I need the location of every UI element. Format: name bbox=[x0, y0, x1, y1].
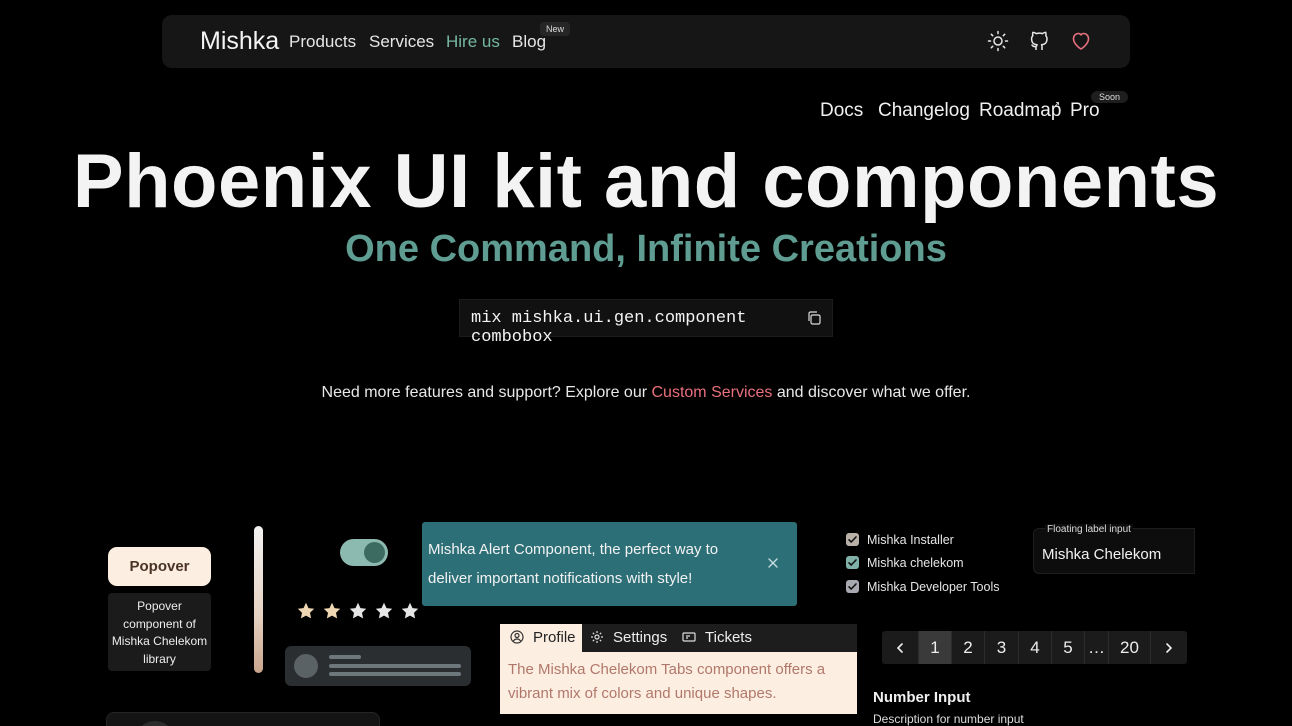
tab-tickets[interactable]: Tickets bbox=[682, 624, 752, 652]
tagline-text-after: and discover what we offer. bbox=[772, 384, 971, 401]
chevron-right-icon bbox=[1166, 643, 1173, 653]
number-input-description: Description for number input bbox=[873, 712, 1024, 726]
page-button-1[interactable]: 1 bbox=[918, 631, 951, 664]
nav-services-link[interactable]: Services bbox=[369, 32, 434, 52]
gear-icon bbox=[591, 631, 603, 643]
checkbox-label: Mishka Installer bbox=[867, 533, 954, 547]
alert-message: Mishka Alert Component, the perfect way … bbox=[428, 541, 719, 587]
avatar bbox=[135, 721, 175, 726]
next-page-button[interactable] bbox=[1150, 631, 1187, 664]
checkbox-label: Mishka chelekom bbox=[867, 556, 964, 570]
checkbox-box[interactable] bbox=[846, 533, 859, 546]
popover-button[interactable]: Popover bbox=[108, 547, 211, 586]
floating-input-value[interactable]: Mishka Chelekom bbox=[1042, 546, 1161, 563]
popover-content: Popover component of Mishka Chelekom lib… bbox=[108, 593, 211, 671]
services-tagline: Need more features and support? Explore … bbox=[0, 384, 1292, 402]
checkbox-label: Mishka Developer Tools bbox=[867, 580, 1000, 594]
tab-profile-label: Profile bbox=[533, 629, 576, 646]
check-icon bbox=[848, 536, 857, 543]
floating-label-input[interactable]: Floating label input Mishka Chelekom bbox=[1033, 524, 1195, 574]
pro-link[interactable]: Pro bbox=[1070, 100, 1100, 122]
top-navbar: Mishka Products Services Hire us Blog Ne… bbox=[162, 15, 1130, 68]
chevron-left-icon bbox=[896, 643, 903, 653]
docs-link[interactable]: Docs bbox=[820, 100, 863, 122]
tabs-component: Profile Settings Tickets The Mishka Chel… bbox=[500, 624, 857, 714]
page-button-2[interactable]: 2 bbox=[951, 631, 984, 664]
skeleton-line bbox=[329, 655, 361, 659]
tab-settings[interactable]: Settings bbox=[590, 624, 667, 652]
changelog-link[interactable]: Changelog bbox=[878, 100, 970, 122]
nav-hire-us-link[interactable]: Hire us bbox=[446, 32, 500, 52]
star-icon[interactable] bbox=[296, 601, 316, 621]
star-icon[interactable] bbox=[348, 601, 368, 621]
skeleton-loader bbox=[285, 646, 471, 686]
star-icon[interactable] bbox=[374, 601, 394, 621]
tab-settings-label: Settings bbox=[613, 629, 668, 646]
tagline-text-before: Need more features and support? Explore … bbox=[321, 384, 652, 401]
brand-logo[interactable]: Mishka bbox=[200, 27, 279, 56]
custom-services-link[interactable]: Custom Services bbox=[652, 384, 773, 401]
tab-tickets-label: Tickets bbox=[705, 629, 752, 646]
new-badge: New bbox=[540, 22, 571, 36]
tab-panel: The Mishka Chelekom Tabs component offer… bbox=[500, 652, 857, 714]
checkbox-box[interactable] bbox=[846, 580, 859, 593]
page-button-3[interactable]: 3 bbox=[984, 631, 1018, 664]
tabs-bar: Profile Settings Tickets bbox=[500, 624, 857, 652]
floating-label: Floating label input bbox=[1045, 524, 1133, 535]
skeleton-line bbox=[329, 664, 461, 668]
star-icon[interactable] bbox=[322, 601, 342, 621]
install-command: mix mishka.ui.gen.component combobox bbox=[471, 309, 747, 347]
star-rating[interactable] bbox=[296, 601, 420, 625]
heart-icon[interactable] bbox=[1069, 29, 1093, 53]
page-button-20[interactable]: 20 bbox=[1108, 631, 1150, 664]
profile-card bbox=[106, 712, 380, 726]
check-icon bbox=[848, 583, 857, 590]
user-icon bbox=[510, 630, 524, 644]
star-icon[interactable] bbox=[400, 601, 420, 621]
skeleton-line bbox=[329, 672, 461, 676]
sun-icon[interactable] bbox=[986, 29, 1010, 53]
hero-subtitle: One Command, Infinite Creations bbox=[345, 228, 947, 270]
check-icon bbox=[848, 559, 857, 566]
copy-icon[interactable] bbox=[806, 310, 822, 326]
prev-page-button[interactable] bbox=[882, 631, 918, 664]
soon-badge: Soon bbox=[1091, 91, 1129, 103]
hero-title: Phoenix UI kit and components bbox=[72, 139, 1220, 224]
toggle-knob bbox=[364, 542, 385, 563]
nav-products-link[interactable]: Products bbox=[289, 32, 356, 52]
pagination: 1 2 3 4 5 … 20 bbox=[882, 631, 1187, 664]
close-icon[interactable] bbox=[765, 555, 781, 571]
roadmap-link[interactable]: Roadmap bbox=[979, 100, 1061, 122]
ticket-icon bbox=[682, 632, 696, 642]
alert-component: Mishka Alert Component, the perfect way … bbox=[422, 522, 797, 606]
page-button-5[interactable]: 5 bbox=[1051, 631, 1084, 664]
skeleton-avatar bbox=[294, 654, 318, 678]
tab-profile[interactable]: Profile bbox=[500, 624, 582, 652]
install-command-box: mix mishka.ui.gen.component combobox bbox=[459, 299, 833, 347]
vertical-slider[interactable] bbox=[254, 526, 263, 673]
external-link-icon: ↗ bbox=[1052, 100, 1061, 111]
page-button-4[interactable]: 4 bbox=[1018, 631, 1051, 664]
checkbox-box[interactable] bbox=[846, 556, 859, 569]
pagination-ellipsis: … bbox=[1084, 631, 1108, 664]
toggle-switch[interactable] bbox=[340, 539, 388, 566]
github-icon[interactable] bbox=[1027, 29, 1051, 53]
number-input-title: Number Input bbox=[873, 689, 971, 706]
